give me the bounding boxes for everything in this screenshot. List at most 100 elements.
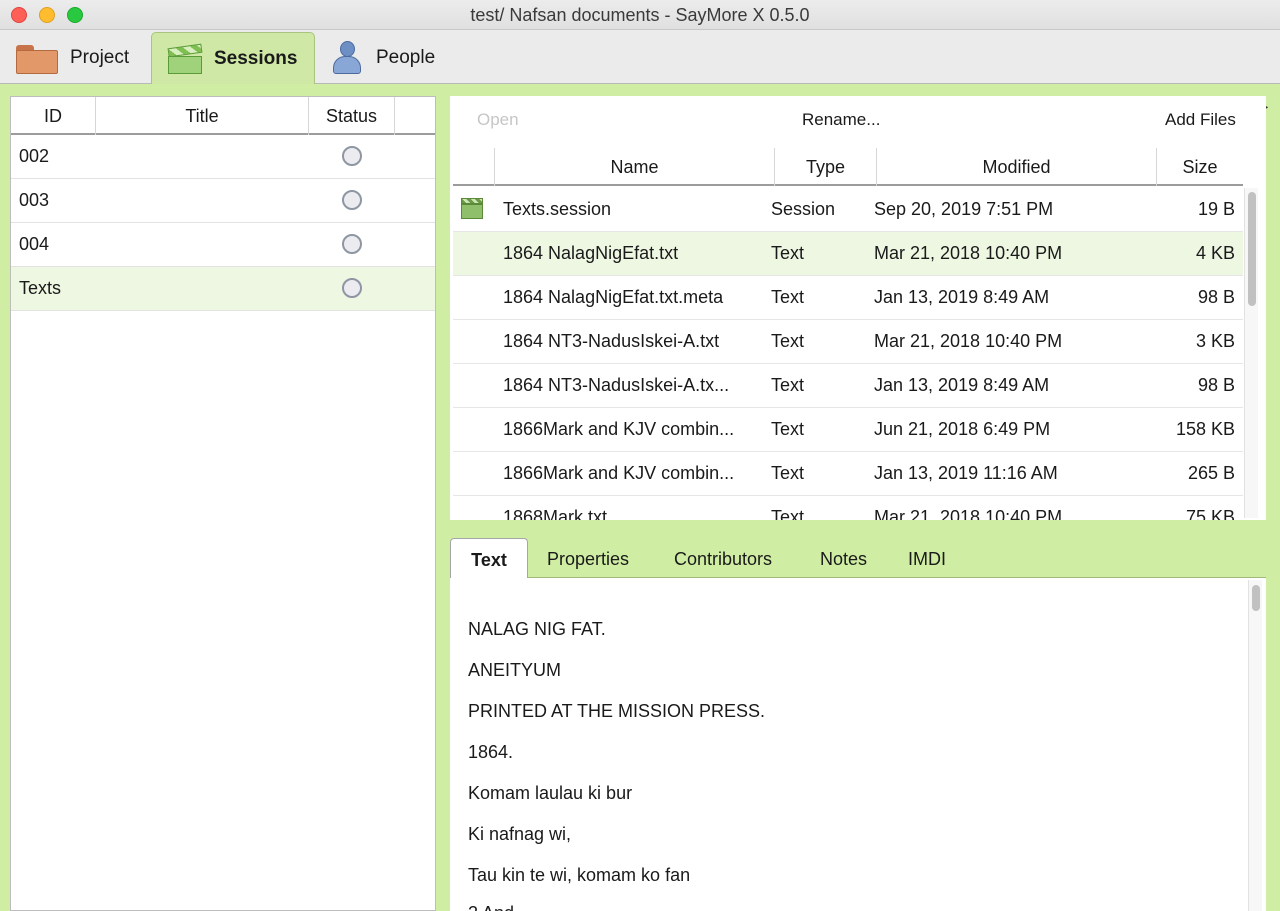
session-list-header: ID Title Status — [11, 97, 435, 135]
file-row[interactable]: Texts.session Session Sep 20, 2019 7:51 … — [453, 188, 1243, 232]
text-line: Tau kin te wi, komam ko fan — [468, 865, 691, 885]
session-id: 003 — [19, 190, 50, 210]
session-id: 002 — [19, 146, 50, 166]
file-size: 98 B — [1197, 287, 1235, 307]
column-header-icon — [453, 148, 495, 186]
person-icon — [332, 41, 362, 75]
file-row[interactable]: 1864 NT3-NadusIskei-A.txt Text Mar 21, 2… — [453, 320, 1243, 364]
clapperboard-icon — [167, 43, 203, 74]
file-name: 1864 NT3-NadusIskei-A.txt — [503, 331, 720, 351]
text-line: 2 And ... — [468, 903, 534, 911]
text-viewer-scrollbar[interactable] — [1248, 580, 1262, 911]
file-table-scrollbar[interactable] — [1244, 188, 1258, 518]
file-row[interactable]: 1866Mark and KJV combin... Text Jan 13, … — [453, 452, 1243, 496]
file-type: Text — [771, 419, 805, 439]
window-title: test/ Nafsan documents - SayMore X 0.5.0 — [470, 5, 810, 25]
session-row[interactable]: 003 — [11, 179, 435, 223]
file-size: 98 B — [1197, 375, 1235, 395]
file-name: 1868Mark.txt — [503, 507, 608, 520]
tab-people-label: People — [376, 47, 436, 68]
tab-properties[interactable]: Properties — [547, 538, 629, 578]
tab-imdi[interactable]: IMDI — [908, 538, 946, 578]
file-modified: Mar 21, 2018 10:40 PM — [874, 243, 1063, 263]
tab-sessions[interactable]: Sessions — [151, 32, 315, 84]
file-modified: Jun 21, 2018 6:49 PM — [874, 419, 1051, 439]
file-name: 1864 NT3-NadusIskei-A.tx... — [503, 375, 730, 395]
file-row[interactable]: 1864 NalagNigEfat.txt.meta Text Jan 13, … — [453, 276, 1243, 320]
file-modified: Jan 13, 2019 8:49 AM — [874, 287, 1050, 307]
file-row[interactable]: 1864 NT3-NadusIskei-A.tx... Text Jan 13,… — [453, 364, 1243, 408]
file-name: 1864 NalagNigEfat.txt — [503, 243, 679, 263]
column-header-size[interactable]: Size — [1157, 148, 1243, 186]
session-row-selected[interactable]: Texts — [11, 267, 435, 311]
status-circle-icon — [342, 278, 362, 298]
tab-people[interactable]: People — [326, 32, 456, 84]
folder-icon — [16, 43, 58, 74]
file-size: 158 KB — [1175, 419, 1235, 439]
text-line: Komam laulau ki bur — [468, 783, 633, 803]
file-type: Session — [771, 199, 836, 219]
tab-notes[interactable]: Notes — [820, 538, 867, 578]
file-name: 1866Mark and KJV combin... — [503, 463, 735, 483]
text-viewer-scroll-thumb[interactable] — [1252, 585, 1260, 611]
session-row[interactable]: 004 — [11, 223, 435, 267]
add-files-button[interactable]: Add Files — [1165, 110, 1236, 130]
session-list: ID Title Status 002 003 004 Texts — [10, 96, 436, 911]
column-header-title[interactable]: Title — [96, 97, 309, 135]
tab-text[interactable]: Text — [450, 538, 528, 578]
file-row[interactable]: 1866Mark and KJV combin... Text Jun 21, … — [453, 408, 1243, 452]
file-size: 3 KB — [1195, 331, 1235, 351]
file-toolbar: Open Rename... Add Files — [450, 96, 1266, 146]
file-type: Text — [771, 375, 805, 395]
tab-project[interactable]: Project — [12, 32, 147, 84]
text-line: 1864. — [468, 742, 514, 762]
file-type: Text — [771, 331, 805, 351]
text-viewer[interactable]: NALAG NIG FAT. ANEITYUM PRINTED AT THE M… — [450, 578, 1266, 911]
tab-contributors[interactable]: Contributors — [674, 538, 772, 578]
file-table: Name Type Modified Size Texts.session Se… — [453, 148, 1243, 520]
text-line: NALAG NIG FAT. — [468, 619, 606, 639]
file-size: 265 B — [1187, 463, 1235, 483]
column-header-modified[interactable]: Modified — [877, 148, 1157, 186]
file-modified: Jan 13, 2019 11:16 AM — [874, 463, 1058, 483]
session-id: Texts — [19, 278, 62, 298]
text-line: Ki nafnag wi, — [468, 824, 572, 844]
file-name: 1864 NalagNigEfat.txt.meta — [503, 287, 724, 307]
file-modified: Mar 21, 2018 10:40 PM — [874, 331, 1063, 351]
file-size: 75 KB — [1185, 507, 1235, 520]
title-bar: test/ Nafsan documents - SayMore X 0.5.0 — [0, 0, 1280, 30]
file-modified: Sep 20, 2019 7:51 PM — [874, 199, 1054, 219]
file-size: 19 B — [1197, 199, 1235, 219]
file-modified: Mar 21, 2018 10:40 PM — [874, 507, 1063, 520]
file-table-scroll-thumb[interactable] — [1248, 192, 1256, 306]
column-header-id[interactable]: ID — [11, 97, 96, 135]
status-circle-icon — [342, 146, 362, 166]
tab-project-label: Project — [70, 47, 130, 68]
tab-sessions-label: Sessions — [214, 47, 298, 69]
rename-button[interactable]: Rename... — [802, 110, 880, 130]
open-button[interactable]: Open — [477, 110, 519, 130]
file-table-header: Name Type Modified Size — [453, 148, 1243, 186]
main-tab-bar: Project Sessions People — [0, 30, 1280, 84]
file-type: Text — [771, 243, 805, 263]
file-row[interactable]: 1868Mark.txt Text Mar 21, 2018 10:40 PM … — [453, 496, 1243, 520]
file-modified: Jan 13, 2019 8:49 AM — [874, 375, 1050, 395]
file-row-selected[interactable]: 1864 NalagNigEfat.txt Text Mar 21, 2018 … — [453, 232, 1243, 276]
file-name: 1866Mark and KJV combin... — [503, 419, 735, 439]
session-row[interactable]: 002 — [11, 135, 435, 179]
file-type: Text — [771, 463, 805, 483]
column-header-type[interactable]: Type — [775, 148, 877, 186]
status-circle-icon — [342, 190, 362, 210]
file-name: Texts.session — [503, 199, 612, 219]
file-size: 4 KB — [1195, 243, 1235, 263]
session-files-panel: Open Rename... Add Files Name Type Modif… — [450, 96, 1266, 520]
session-clapperboard-icon — [461, 198, 483, 220]
column-header-status[interactable]: Status — [309, 97, 395, 135]
file-type: Text — [771, 507, 805, 520]
session-id: 004 — [19, 234, 50, 254]
column-header-name[interactable]: Name — [495, 148, 775, 186]
text-line: ANEITYUM — [468, 660, 562, 680]
file-detail-tab-bar: Text Properties Contributors Notes IMDI — [450, 538, 1266, 578]
text-line: PRINTED AT THE MISSION PRESS. — [468, 701, 766, 721]
status-circle-icon — [342, 234, 362, 254]
